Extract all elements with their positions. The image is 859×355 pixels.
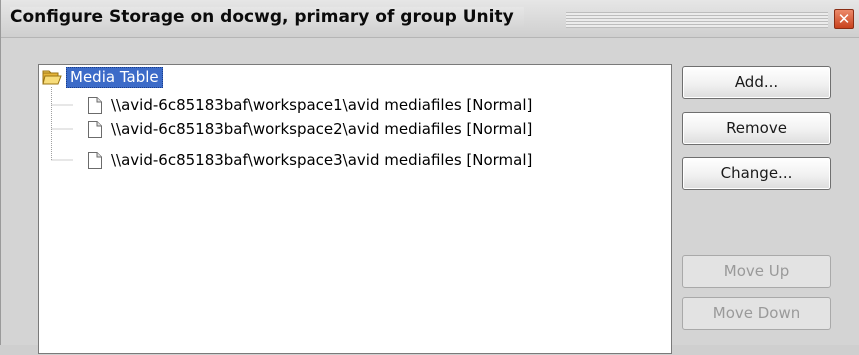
change-button[interactable]: Change...: [682, 157, 831, 190]
file-icon: [87, 151, 103, 170]
file-icon: [87, 96, 103, 115]
add-button[interactable]: Add...: [682, 66, 831, 99]
close-button[interactable]: ✕: [834, 9, 854, 29]
move-up-button[interactable]: Move Up: [682, 255, 831, 288]
configure-storage-dialog: Configure Storage on docwg, primary of g…: [0, 0, 859, 354]
move-down-button[interactable]: Move Down: [682, 297, 831, 330]
tree-item-label: \\avid-6c85183baf\workspace2\avid mediaf…: [111, 120, 533, 138]
title-bar[interactable]: Configure Storage on docwg, primary of g…: [1, 0, 859, 38]
title-bar-grip: [566, 12, 828, 28]
file-icon: [87, 120, 103, 139]
tree-item-label: \\avid-6c85183baf\workspace3\avid mediaf…: [111, 151, 533, 169]
media-table-tree[interactable]: Media Table \\avid-6c85183baf\workspace1…: [38, 64, 672, 354]
tree-item-workspace2[interactable]: \\avid-6c85183baf\workspace2\avid mediaf…: [87, 118, 532, 140]
tree-item-workspace1[interactable]: \\avid-6c85183baf\workspace1\avid mediaf…: [87, 94, 532, 116]
tree-root-label[interactable]: Media Table: [66, 66, 163, 88]
folder-icon: [41, 67, 63, 87]
tree-item-label: \\avid-6c85183baf\workspace1\avid mediaf…: [111, 96, 533, 114]
tree-root-media-table[interactable]: Media Table: [41, 66, 163, 88]
window-title: Configure Storage on docwg, primary of g…: [10, 7, 524, 27]
close-icon: ✕: [837, 10, 851, 28]
tree-item-workspace3[interactable]: \\avid-6c85183baf\workspace3\avid mediaf…: [87, 149, 532, 171]
remove-button[interactable]: Remove: [682, 112, 831, 145]
